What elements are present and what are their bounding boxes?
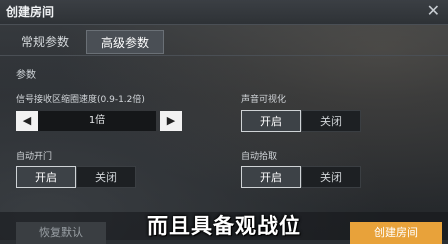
tab-advanced-params[interactable]: 高级参数 <box>86 30 164 54</box>
sound-visual-off-button[interactable]: 关闭 <box>301 110 361 132</box>
triangle-left-icon[interactable]: ◀ <box>16 111 38 131</box>
auto-pickup-off-button[interactable]: 关闭 <box>301 166 361 188</box>
auto-pickup-label: 自动拾取 <box>241 152 278 162</box>
tab-divider <box>0 55 448 56</box>
auto-door-off-button[interactable]: 关闭 <box>76 166 136 188</box>
video-subtitle: 而且具备观战位 <box>147 214 301 238</box>
auto-door-label: 自动开门 <box>16 152 53 162</box>
close-icon[interactable]: ✕ <box>427 0 440 22</box>
signal-zoom-label: 信号接收区缩圈速度(0.9-1.2倍) <box>16 95 145 105</box>
window-title: 创建房间 <box>6 5 55 19</box>
sound-visual-on-button[interactable]: 开启 <box>241 110 301 132</box>
auto-door-on-button[interactable]: 开启 <box>16 166 76 188</box>
section-title: 参数 <box>16 70 36 81</box>
title-bar: 创建房间 ✕ <box>0 0 448 25</box>
sound-visual-label: 声音可视化 <box>241 95 287 105</box>
triangle-right-icon[interactable]: ▶ <box>160 111 182 131</box>
signal-zoom-value: 1倍 <box>38 111 156 131</box>
auto-pickup-on-button[interactable]: 开启 <box>241 166 301 188</box>
tab-basic-params[interactable]: 常规参数 <box>6 30 84 54</box>
